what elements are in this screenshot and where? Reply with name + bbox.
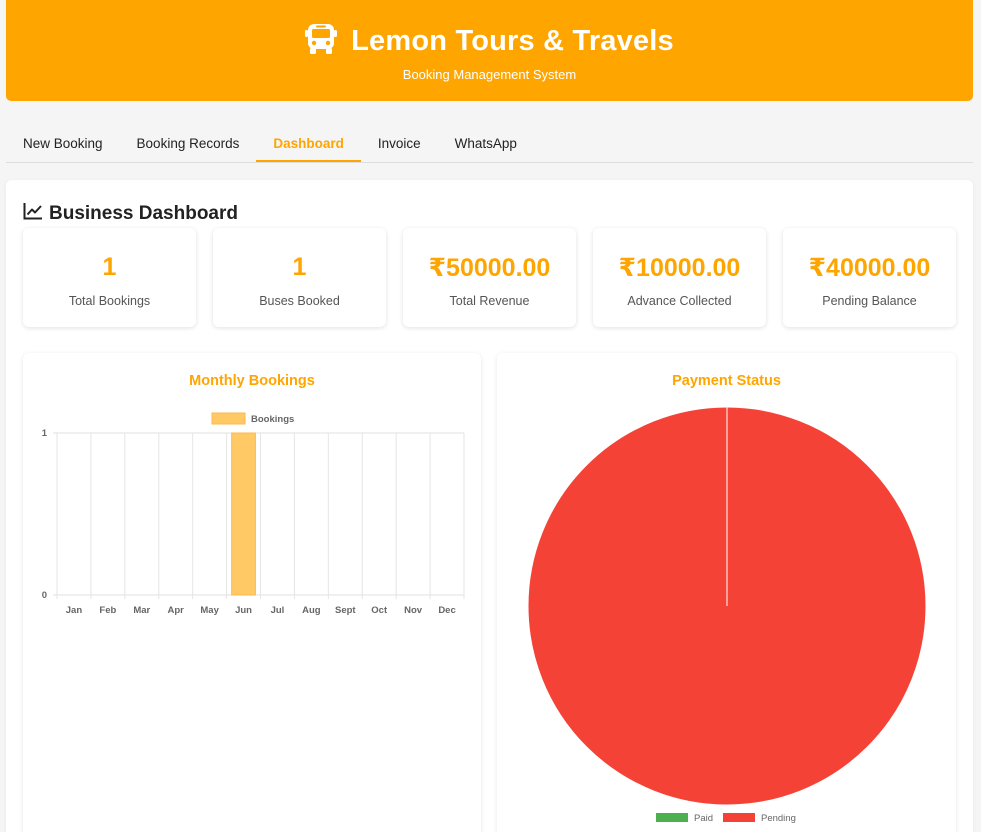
x-tick-label: Jun bbox=[235, 605, 252, 616]
x-tick-label: Aug bbox=[302, 605, 321, 616]
stat-value: ₹10000.00 bbox=[618, 254, 741, 282]
payment-status-chart: Paid Pending bbox=[527, 406, 927, 824]
monthly-bookings-card: Monthly Bookings 0 1 Jan Feb Mar Apr May Jun Jul… bbox=[23, 353, 481, 832]
legend-label-paid: Paid bbox=[694, 813, 713, 824]
chart-line-icon bbox=[23, 202, 43, 226]
main-tabs: New Booking Booking Records Dashboard In… bbox=[6, 128, 973, 163]
stat-label: Buses Booked bbox=[259, 294, 340, 308]
x-tick-label: May bbox=[200, 605, 219, 616]
tab-whatsapp[interactable]: WhatsApp bbox=[438, 128, 534, 162]
app-subtitle: Booking Management System bbox=[402, 67, 577, 82]
legend-swatch-bookings bbox=[211, 412, 246, 425]
x-tick-label: Mar bbox=[133, 605, 150, 616]
stat-card-total-bookings: 1 Total Bookings bbox=[23, 228, 196, 327]
tab-dashboard[interactable]: Dashboard bbox=[256, 128, 361, 162]
stat-label: Total Bookings bbox=[68, 294, 151, 308]
stat-card-advance-collected: ₹10000.00 Advance Collected bbox=[593, 228, 766, 327]
bar-jun bbox=[231, 432, 256, 596]
x-tick-label: Nov bbox=[404, 605, 423, 616]
x-tick-label: Jul bbox=[271, 605, 285, 616]
x-tick-label: Jan bbox=[66, 605, 83, 616]
stat-label: Advance Collected bbox=[627, 294, 732, 308]
legend-swatch-paid bbox=[656, 813, 688, 822]
dashboard-panel: Business Dashboard 1 Total Bookings 1 Bu… bbox=[6, 180, 973, 832]
x-tick-label: Apr bbox=[168, 605, 185, 616]
header-title-row: Lemon Tours & Travels bbox=[6, 22, 973, 61]
bus-icon bbox=[305, 22, 338, 61]
dashboard-title: Business Dashboard bbox=[49, 203, 238, 224]
tab-new-booking[interactable]: New Booking bbox=[6, 128, 120, 162]
legend-label-bookings: Bookings bbox=[251, 414, 294, 425]
stat-card-total-revenue: ₹50000.00 Total Revenue bbox=[403, 228, 576, 327]
stat-value: 1 bbox=[102, 253, 117, 281]
chart-legend: Bookings bbox=[211, 412, 294, 425]
app-header: Lemon Tours & Travels Booking Management… bbox=[6, 0, 973, 101]
stat-value: 1 bbox=[292, 253, 307, 281]
stat-value: ₹40000.00 bbox=[808, 254, 931, 282]
monthly-bookings-chart: 0 1 Jan Feb Mar Apr May Jun Jul Aug Sept Oct Nov Dec B… bbox=[42, 412, 465, 616]
legend-label-pending: Pending bbox=[761, 813, 796, 824]
stat-value: ₹50000.00 bbox=[428, 254, 551, 282]
payment-status-card: Payment Status Paid Pending bbox=[497, 353, 956, 832]
stat-card-buses-booked: 1 Buses Booked bbox=[213, 228, 386, 327]
x-tick-label: Feb bbox=[99, 605, 116, 616]
stat-card-pending-balance: ₹40000.00 Pending Balance bbox=[783, 228, 956, 327]
x-tick-label: Sept bbox=[335, 605, 356, 616]
chart-legend: Paid Pending bbox=[656, 813, 796, 824]
y-tick-label: 0 bbox=[42, 590, 47, 601]
tab-invoice[interactable]: Invoice bbox=[361, 128, 438, 162]
bar-chart-plot: 0 1 Jan Feb Mar Apr May Jun Jul Aug Sept Oct Nov Dec B… bbox=[42, 412, 465, 616]
app-title: Lemon Tours & Travels bbox=[351, 25, 674, 57]
stat-label: Total Revenue bbox=[449, 294, 530, 308]
stat-label: Pending Balance bbox=[822, 294, 917, 308]
x-tick-label: Dec bbox=[438, 605, 455, 616]
x-tick-label: Oct bbox=[371, 605, 388, 616]
tab-booking-records[interactable]: Booking Records bbox=[120, 128, 257, 162]
legend-swatch-pending bbox=[723, 813, 755, 822]
y-tick-label: 1 bbox=[42, 428, 48, 439]
dashboard-heading: Business Dashboard bbox=[23, 202, 238, 226]
